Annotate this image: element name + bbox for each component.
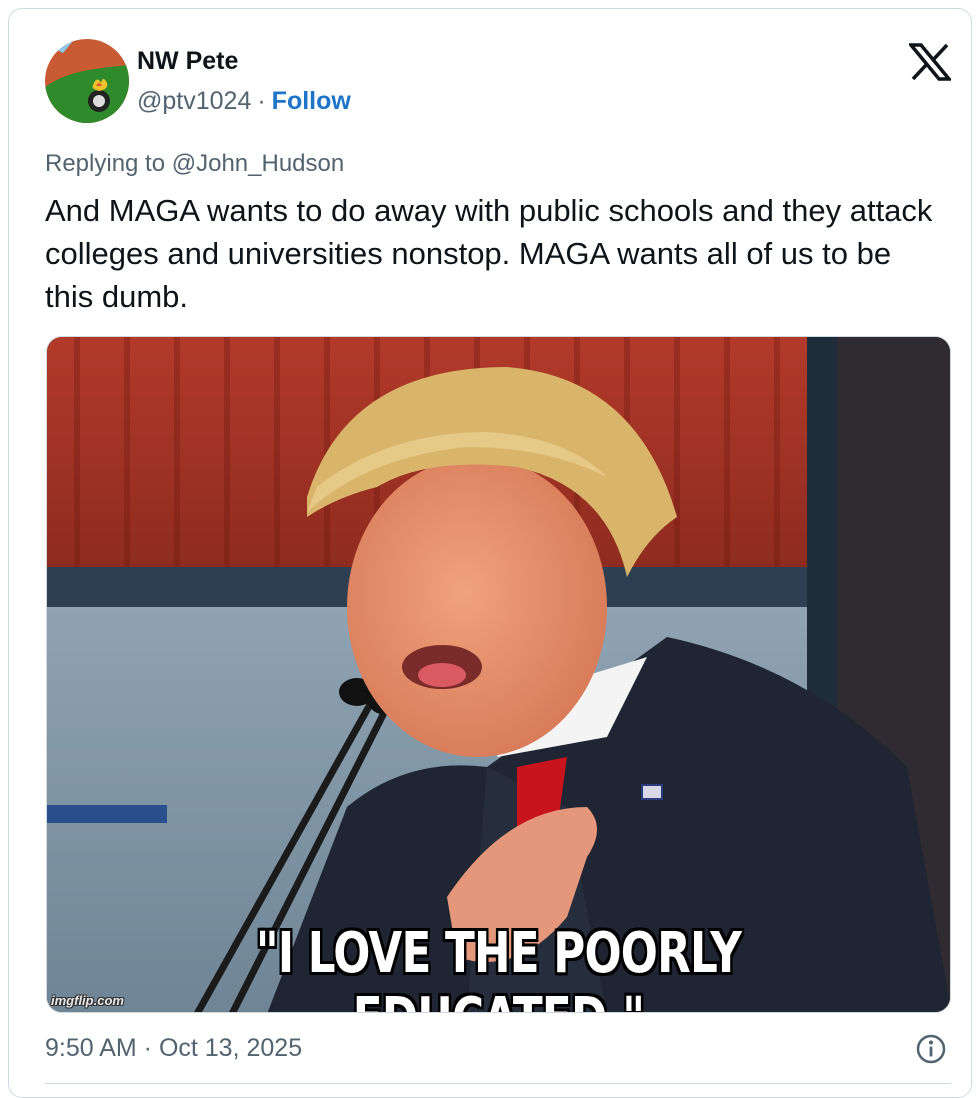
tweet-text: And MAGA wants to do away with public sc… — [45, 193, 933, 314]
meme-image — [47, 337, 950, 1012]
tweet-timestamp[interactable]: 9:50 AM · Oct 13, 2025 — [45, 1034, 302, 1063]
x-logo-icon[interactable] — [909, 43, 951, 81]
meme-caption: "I LOVE THE POORLY EDUCATED." — [255, 921, 742, 1012]
avatar-image — [45, 39, 129, 123]
watermark: imgflip.com — [51, 993, 124, 1008]
tweet-media[interactable]: "I LOVE THE POORLY EDUCATED." imgflip.co… — [46, 336, 951, 1013]
author-handle-row: @ptv1024 · Follow — [137, 87, 351, 116]
info-icon[interactable] — [915, 1033, 947, 1065]
author-handle[interactable]: @ptv1024 — [137, 87, 251, 115]
separator-dot: · — [257, 87, 266, 115]
follow-button[interactable]: Follow — [272, 87, 351, 115]
tweet-card: NW Pete @ptv1024 · Follow Replying to @Joh… — [8, 8, 972, 1098]
divider — [45, 1083, 951, 1084]
avatar[interactable] — [45, 39, 129, 123]
reply-context[interactable]: Replying to @John_Hudson — [45, 150, 344, 178]
author-name[interactable]: NW Pete — [137, 47, 238, 76]
